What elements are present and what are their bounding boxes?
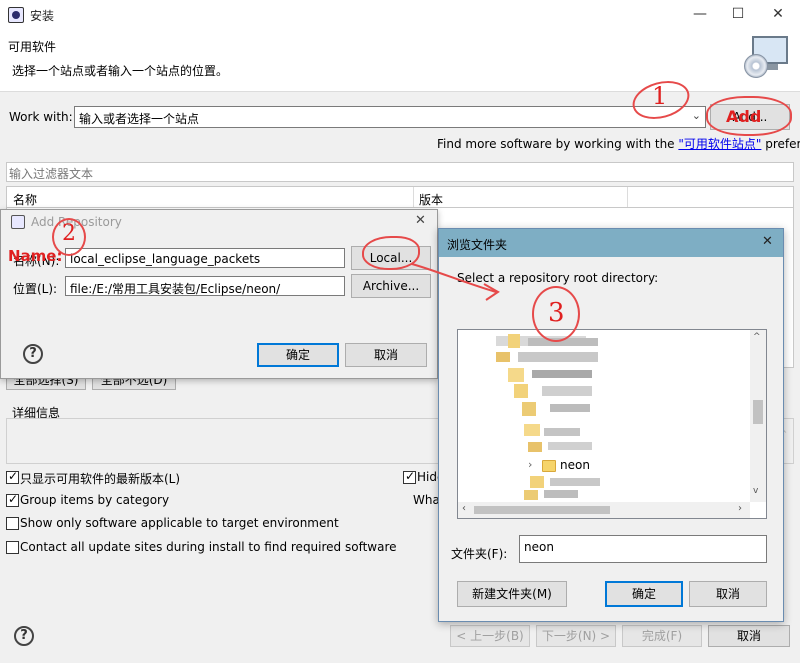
- annotation-arrow: [411, 263, 500, 301]
